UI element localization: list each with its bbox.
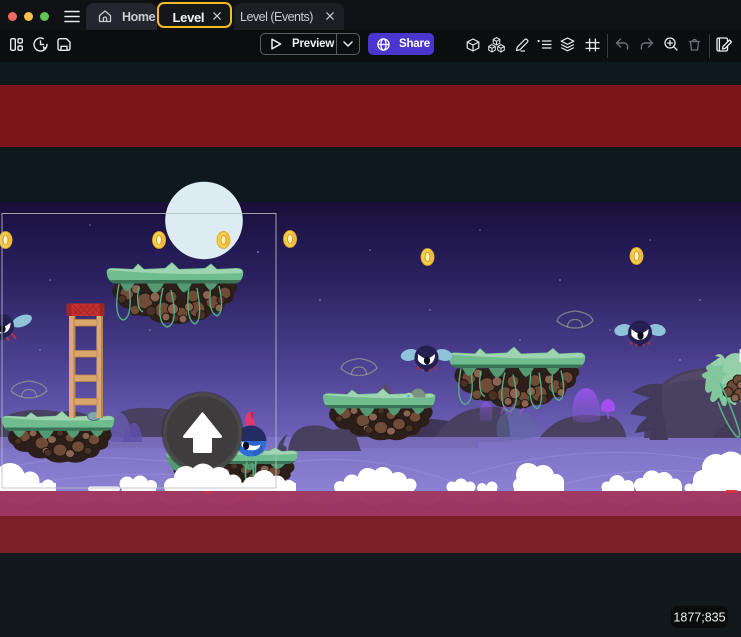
svg-text:1877;835: 1877;835 — [673, 610, 725, 624]
